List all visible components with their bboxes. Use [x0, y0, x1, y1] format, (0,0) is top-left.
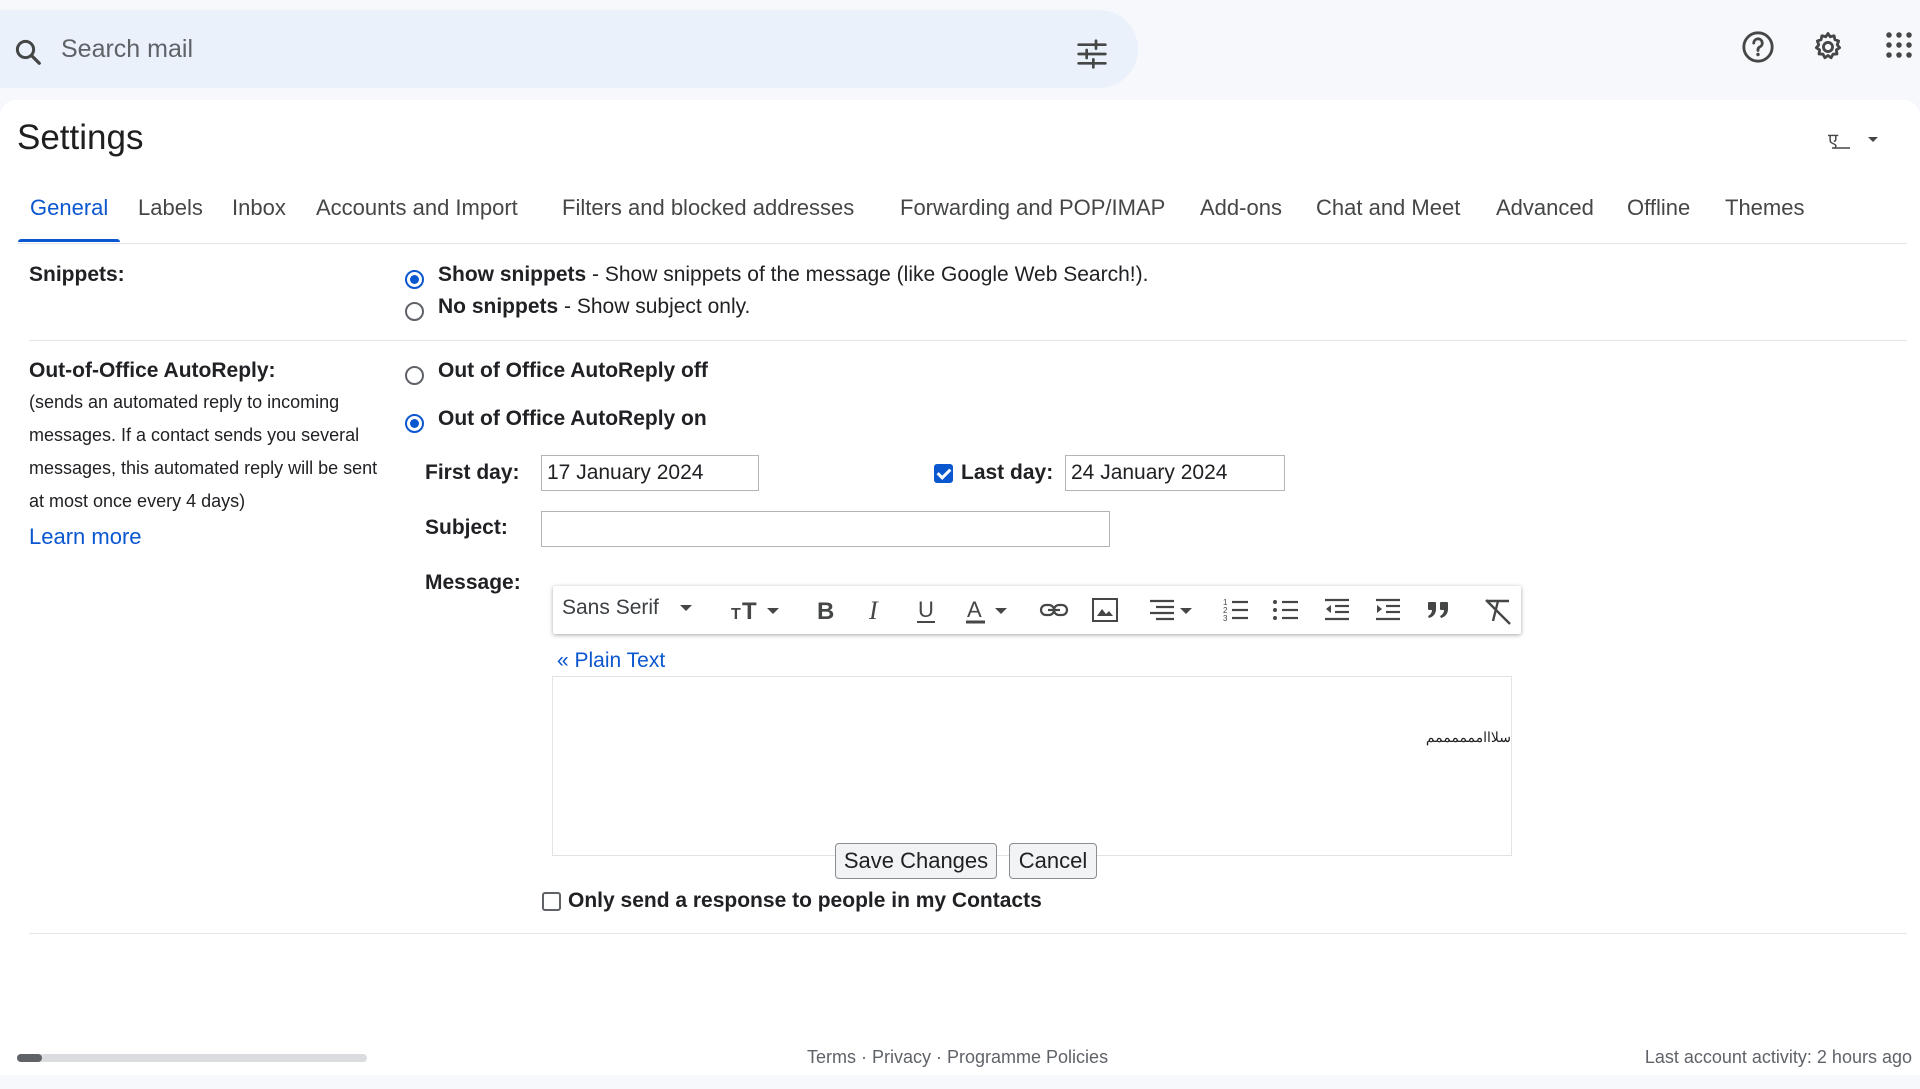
tab-offline[interactable]: Offline — [1627, 192, 1690, 240]
last-day-label: Last day: — [961, 461, 1054, 484]
chevron-down-icon — [679, 605, 692, 612]
bulleted-list-icon[interactable] — [1272, 597, 1300, 623]
ooo-off-label: Out of Office AutoReply off — [438, 359, 708, 382]
page-title: Settings — [17, 118, 144, 157]
indent-more-icon[interactable] — [1374, 597, 1402, 623]
underline-icon[interactable]: U — [914, 597, 938, 625]
search-input[interactable] — [61, 30, 961, 68]
tab-filters[interactable]: Filters and blocked addresses — [562, 192, 854, 240]
search-bar[interactable] — [0, 10, 1138, 88]
section-divider — [29, 340, 1907, 341]
tab-chat-and-meet[interactable]: Chat and Meet — [1316, 192, 1460, 240]
ooo-description: (sends an automated reply to incoming me… — [29, 392, 378, 511]
show-snippets-option: Show snippets - Show snippets of the mes… — [438, 263, 1149, 286]
svg-text:A: A — [967, 597, 982, 622]
terms-link[interactable]: Terms — [807, 1047, 856, 1067]
last-day-checkbox[interactable] — [934, 464, 953, 483]
settings-panel: Settings ए General Labels Inbox Accounts… — [0, 100, 1920, 1075]
ooo-label: Out-of-Office AutoReply: — [29, 359, 276, 382]
learn-more-link[interactable]: Learn more — [29, 524, 142, 550]
footer-links: Terms · Privacy · Programme Policies — [807, 1047, 1109, 1067]
no-snippets-option: No snippets - Show subject only. — [438, 295, 751, 318]
svg-text:T: T — [731, 606, 741, 623]
message-body: سلاااممممممم — [1425, 729, 1511, 745]
align-icon[interactable] — [1148, 597, 1194, 623]
show-snippets-radio[interactable] — [405, 270, 424, 289]
tab-general[interactable]: General — [17, 192, 121, 242]
insert-image-icon[interactable] — [1091, 597, 1119, 623]
horizontal-scrollbar[interactable] — [17, 1054, 367, 1062]
help-icon[interactable] — [1741, 30, 1775, 64]
svg-text:3: 3 — [1223, 614, 1228, 623]
remove-formatting-icon[interactable] — [1483, 597, 1513, 625]
contacts-only-label: Only send a response to people in my Con… — [568, 889, 1042, 912]
svg-text:I: I — [868, 597, 879, 623]
quote-icon[interactable] — [1425, 597, 1453, 623]
message-label: Message: — [425, 571, 521, 594]
input-tools-icon[interactable]: ए — [1828, 128, 1884, 152]
link-icon[interactable] — [1039, 597, 1069, 623]
snippets-label: Snippets: — [29, 263, 125, 286]
no-snippets-radio[interactable] — [405, 302, 424, 321]
programme-policies-link[interactable]: Programme Policies — [947, 1047, 1108, 1067]
tab-inbox[interactable]: Inbox — [232, 192, 286, 240]
save-changes-button[interactable]: Save Changes — [835, 843, 997, 879]
cancel-button[interactable]: Cancel — [1009, 843, 1097, 879]
apps-icon[interactable] — [1884, 30, 1914, 60]
scrollbar-thumb[interactable] — [17, 1054, 42, 1062]
gear-icon[interactable] — [1811, 30, 1845, 64]
indent-less-icon[interactable] — [1323, 597, 1351, 623]
tabs-divider — [17, 243, 1907, 244]
formatting-toolbar: Sans Serif TT B I U A 123 — [553, 586, 1521, 634]
last-account-activity: Last account activity: 2 hours ago — [1644, 1047, 1912, 1067]
subject-label: Subject: — [425, 516, 508, 539]
search-icon[interactable] — [13, 37, 43, 67]
tab-labels[interactable]: Labels — [138, 192, 203, 240]
first-day-input[interactable] — [541, 455, 759, 491]
svg-text:T: T — [742, 598, 757, 623]
tab-advanced[interactable]: Advanced — [1496, 192, 1594, 240]
tab-accounts-and-import[interactable]: Accounts and Import — [316, 192, 518, 240]
text-color-icon[interactable]: A — [965, 597, 1011, 625]
font-size-icon[interactable]: TT — [731, 597, 783, 623]
font-select[interactable]: Sans Serif — [562, 596, 693, 620]
contacts-only-checkbox[interactable] — [542, 892, 561, 911]
top-bar — [0, 0, 1920, 100]
ooo-off-radio[interactable] — [405, 366, 424, 385]
tab-forwarding[interactable]: Forwarding and POP/IMAP — [900, 192, 1165, 240]
svg-text:U: U — [918, 597, 934, 622]
bold-icon[interactable]: B — [813, 597, 837, 623]
plain-text-link[interactable]: « Plain Text — [557, 649, 665, 673]
tab-add-ons[interactable]: Add-ons — [1200, 192, 1282, 240]
last-day-input[interactable] — [1065, 455, 1285, 491]
privacy-link[interactable]: Privacy — [872, 1047, 931, 1067]
footer-divider — [29, 933, 1907, 934]
svg-text:B: B — [817, 598, 834, 623]
message-editor[interactable]: سلاااممممممم — [552, 676, 1512, 856]
italic-icon[interactable]: I — [863, 597, 887, 623]
numbered-list-icon[interactable]: 123 — [1222, 597, 1250, 623]
first-day-label: First day: — [425, 461, 520, 484]
ooo-on-label: Out of Office AutoReply on — [438, 407, 707, 430]
ooo-on-radio[interactable] — [405, 414, 424, 433]
tab-themes[interactable]: Themes — [1725, 192, 1804, 240]
tune-icon[interactable] — [1076, 39, 1108, 69]
subject-input[interactable] — [541, 511, 1110, 547]
